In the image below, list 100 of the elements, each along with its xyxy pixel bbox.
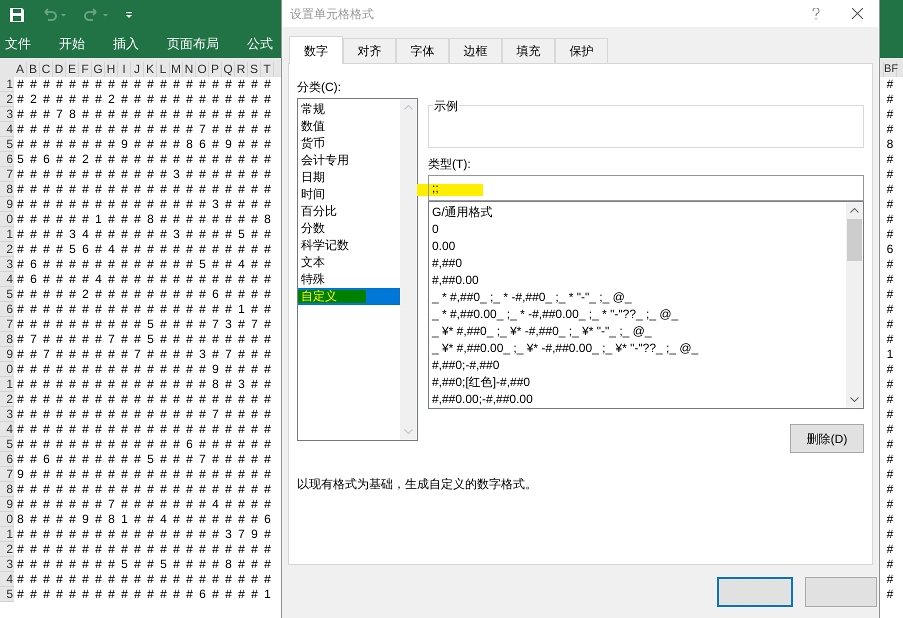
row-header[interactable]: 9	[0, 197, 14, 212]
column-header[interactable]: H	[105, 62, 118, 77]
row-header[interactable]: 5	[0, 137, 14, 152]
category-item[interactable]: 分数	[298, 220, 400, 237]
row-header[interactable]: 8	[0, 332, 14, 347]
column-header[interactable]: T	[261, 62, 274, 77]
column-header[interactable]: J	[131, 62, 144, 77]
scrollbar[interactable]	[846, 202, 863, 408]
dialog-button[interactable]	[805, 577, 877, 607]
type-input-field[interactable]: ;;	[428, 175, 864, 201]
format-item[interactable]: _ * #,##0.00_ ;_ * -#,##0.00_ ;_ * "-"??_ ;_ @_	[432, 306, 846, 323]
row-header[interactable]: 4	[0, 122, 14, 137]
format-item[interactable]: 0.00	[432, 238, 846, 255]
column-header[interactable]: F	[79, 62, 92, 77]
column-header[interactable]: C	[40, 62, 53, 77]
column-header[interactable]: B	[27, 62, 40, 77]
delete-button[interactable]: 删除(D)	[790, 424, 864, 453]
ribbon-tab[interactable]: 页面布局	[167, 34, 219, 54]
category-item[interactable]: 文本	[298, 254, 400, 271]
column-header[interactable]: N	[183, 62, 196, 77]
ribbon-tab[interactable]: 文件	[5, 34, 31, 54]
scroll-up-icon[interactable]	[850, 208, 859, 213]
row-header[interactable]: 0	[0, 362, 14, 377]
format-item[interactable]: #,##0;-#,##0	[432, 357, 846, 374]
row-header[interactable]: 5	[0, 437, 14, 452]
column-header[interactable]: M	[170, 62, 183, 77]
format-item[interactable]: #,##0	[432, 255, 846, 272]
tab[interactable]: 字体	[396, 38, 449, 63]
tab[interactable]: 对齐	[343, 38, 396, 63]
row-header[interactable]: 0	[0, 512, 14, 527]
format-item[interactable]: G/通用格式	[432, 204, 846, 221]
category-item[interactable]: 货币	[298, 135, 400, 152]
scrollbar-thumb[interactable]	[847, 219, 862, 261]
row-header[interactable]: 1	[0, 77, 14, 92]
row-header[interactable]: 4	[0, 422, 14, 437]
row-header[interactable]: 6	[0, 302, 14, 317]
row-header[interactable]: 0	[0, 212, 14, 227]
column-header[interactable]: BF	[883, 62, 897, 77]
format-item[interactable]: _ ¥* #,##0.00_ ;_ ¥* -#,##0.00_ ;_ ¥* "-"??_ ;_ @_	[432, 340, 846, 357]
row-header[interactable]: 4	[0, 572, 14, 587]
customize-toolbar-icon[interactable]	[125, 11, 133, 19]
format-item[interactable]: #,##0;[红色]-#,##0	[432, 374, 846, 391]
row-header[interactable]: 3	[0, 407, 14, 422]
row-header[interactable]: 8	[0, 182, 14, 197]
category-item[interactable]: 会计专用	[298, 152, 400, 169]
format-item[interactable]: _ ¥* #,##0_ ;_ ¥* -#,##0_ ;_ ¥* "-"_ ;_ @_	[432, 323, 846, 340]
row-header[interactable]: 5	[0, 287, 14, 302]
column-header[interactable]: G	[92, 62, 105, 77]
column-header[interactable]: I	[118, 62, 131, 77]
column-header[interactable]: D	[53, 62, 66, 77]
column-header[interactable]: K	[144, 62, 157, 77]
row-header[interactable]: 9	[0, 347, 14, 362]
ribbon-tab[interactable]: 公式	[247, 34, 273, 54]
ribbon-tab[interactable]: 插入	[113, 34, 139, 54]
column-header[interactable]: Q	[222, 62, 235, 77]
category-item[interactable]: 日期	[298, 169, 400, 186]
row-header[interactable]: 4	[0, 272, 14, 287]
dialog-button[interactable]	[717, 577, 793, 607]
category-item[interactable]: 特殊	[298, 271, 400, 288]
category-item[interactable]: 百分比	[298, 203, 400, 220]
category-item[interactable]: 自定义	[298, 288, 400, 305]
column-header[interactable]: S	[248, 62, 261, 77]
row-header[interactable]: 7	[0, 317, 14, 332]
column-header[interactable]: A	[14, 62, 27, 77]
row-header[interactable]: 3	[0, 257, 14, 272]
ribbon-tab[interactable]: 开始	[59, 34, 85, 54]
row-header[interactable]: 6	[0, 152, 14, 167]
column-header[interactable]: L	[157, 62, 170, 77]
row-header[interactable]: 8	[0, 482, 14, 497]
category-item[interactable]: 科学记数	[298, 237, 400, 254]
tab[interactable]: 边框	[449, 38, 502, 63]
row-header[interactable]: 7	[0, 467, 14, 482]
row-header[interactable]: 6	[0, 452, 14, 467]
help-icon[interactable]	[812, 8, 820, 20]
category-item[interactable]: 时间	[298, 186, 400, 203]
tab[interactable]: 数字	[289, 36, 343, 64]
row-header[interactable]: 1	[0, 227, 14, 242]
column-header[interactable]: R	[235, 62, 248, 77]
format-item[interactable]: #,##0.00	[432, 272, 846, 289]
row-header[interactable]: 1	[0, 377, 14, 392]
category-item[interactable]: 数值	[298, 118, 400, 135]
row-header[interactable]: 2	[0, 542, 14, 557]
row-header[interactable]: 3	[0, 107, 14, 122]
format-item[interactable]: _ * #,##0_ ;_ * -#,##0_ ;_ * "-"_ ;_ @_	[432, 289, 846, 306]
format-item[interactable]: #,##0.00;-#,##0.00	[432, 391, 846, 408]
save-icon[interactable]	[9, 7, 25, 23]
close-icon[interactable]	[852, 8, 863, 19]
row-header[interactable]: 1	[0, 527, 14, 542]
column-header[interactable]: E	[66, 62, 79, 77]
row-header[interactable]: 2	[0, 242, 14, 257]
column-header[interactable]: P	[209, 62, 222, 77]
tab[interactable]: 填充	[502, 38, 555, 63]
row-header[interactable]: 2	[0, 92, 14, 107]
scroll-down-icon[interactable]	[850, 397, 859, 402]
column-header[interactable]: O	[196, 62, 209, 77]
tab[interactable]: 保护	[555, 38, 608, 63]
row-header[interactable]: 2	[0, 392, 14, 407]
row-header[interactable]: 3	[0, 557, 14, 572]
row-header[interactable]: 9	[0, 497, 14, 512]
category-item[interactable]: 常规	[298, 101, 400, 118]
